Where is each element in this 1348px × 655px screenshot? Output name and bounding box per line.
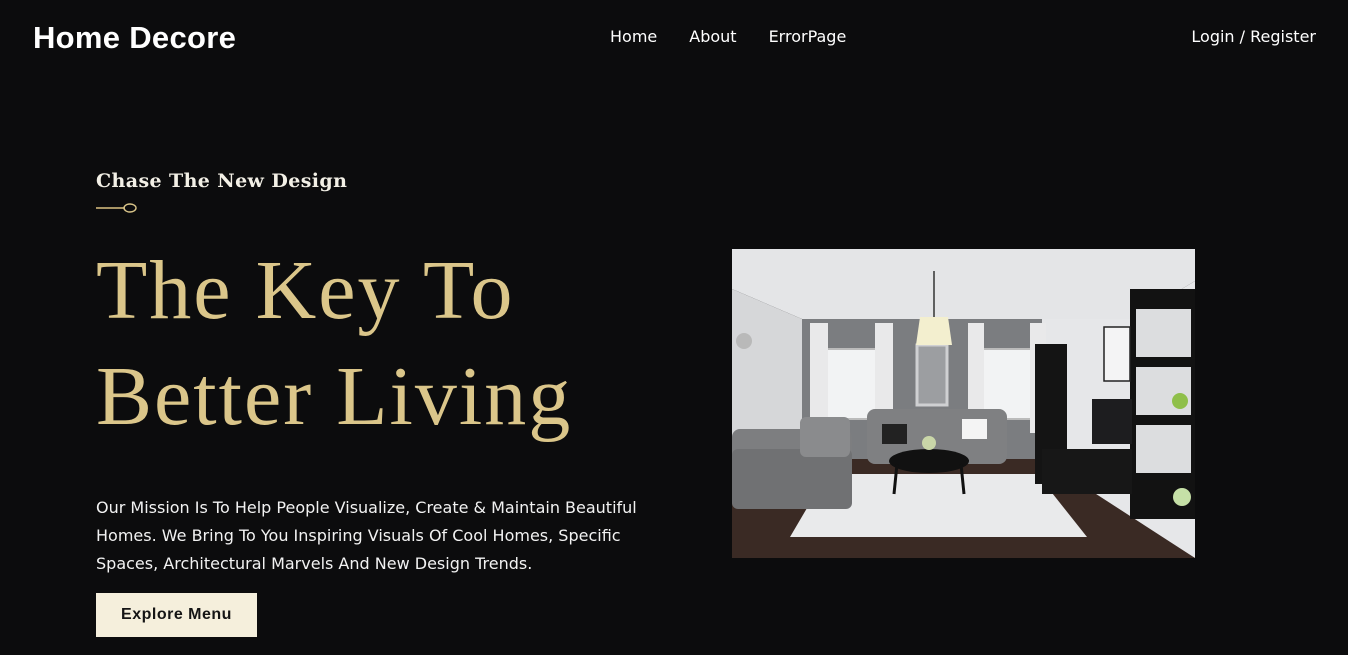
headline-line-2: Better Living — [96, 350, 573, 443]
nav-home[interactable]: Home — [610, 26, 657, 48]
brand-logo[interactable]: Home Decore — [33, 18, 236, 58]
mission-text: Our Mission Is To Help People Visualize,… — [96, 498, 637, 573]
hero-eyebrow: Chase The New Design — [96, 170, 348, 192]
main-nav: Home About ErrorPage — [610, 26, 846, 48]
login-register-link[interactable]: Login / Register — [1191, 26, 1316, 48]
hero-headline: The Key To Better Living — [96, 238, 572, 450]
nav-about[interactable]: About — [689, 26, 736, 48]
living-room-photo — [732, 249, 1195, 558]
living-room-image — [732, 249, 1195, 558]
nav-errorpage[interactable]: ErrorPage — [769, 26, 847, 48]
explore-menu-button[interactable]: Explore Menu — [96, 593, 257, 637]
key-divider-icon — [96, 203, 137, 213]
headline-line-1: The Key To — [96, 244, 515, 337]
